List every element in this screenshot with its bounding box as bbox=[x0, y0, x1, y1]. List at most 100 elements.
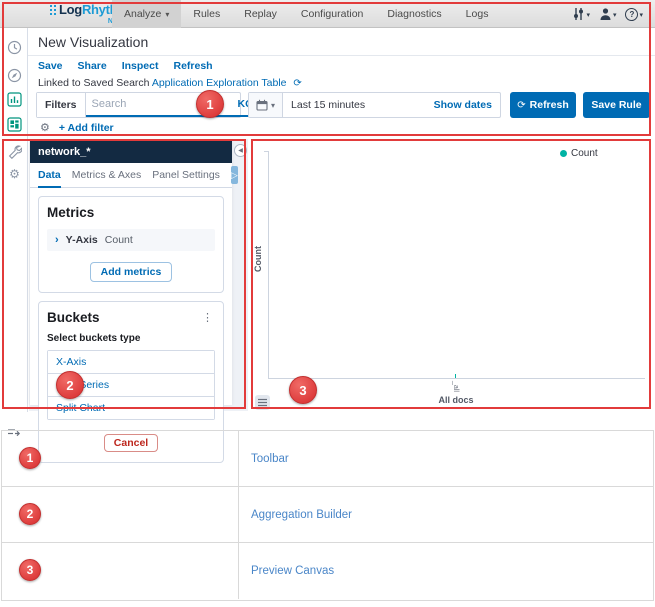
callout-badge-1: 1 bbox=[19, 447, 41, 469]
table-cell-number: 3 bbox=[2, 543, 239, 599]
nav-item-rules[interactable]: Rules bbox=[181, 0, 232, 28]
callout-badge-3: 3 bbox=[19, 559, 41, 581]
buckets-title: Buckets bbox=[47, 310, 100, 325]
table-cell-number: 1 bbox=[2, 431, 239, 486]
caret-down-icon: ▾ bbox=[586, 11, 590, 21]
refresh-button[interactable]: ⟳ Refresh bbox=[510, 92, 576, 118]
share-button[interactable]: Share bbox=[78, 60, 107, 72]
date-quick-select[interactable]: ▾ bbox=[249, 93, 283, 117]
inspect-button[interactable]: Inspect bbox=[122, 60, 159, 72]
visualization-actions: Save Share Inspect Refresh bbox=[38, 60, 213, 72]
nav-item-configuration[interactable]: Configuration bbox=[289, 0, 375, 28]
x-axis-tick-label: _all bbox=[452, 381, 459, 392]
tab-panel-settings[interactable]: Panel Settings bbox=[152, 163, 220, 188]
page-title: New Visualization bbox=[38, 34, 148, 50]
logrhythm-mark-icon bbox=[50, 5, 57, 15]
calendar-icon bbox=[256, 99, 268, 111]
discover-compass-icon[interactable] bbox=[7, 68, 22, 83]
table-link-aggregation-builder[interactable]: Aggregation Builder bbox=[251, 509, 352, 521]
add-metrics-button[interactable]: Add metrics bbox=[90, 262, 173, 282]
refresh-link-button[interactable]: Refresh bbox=[173, 60, 212, 72]
logo-text-log: Log bbox=[59, 2, 82, 17]
recent-clock-icon[interactable] bbox=[7, 40, 22, 55]
add-filter-row: ⚙ + Add filter bbox=[40, 121, 114, 134]
search-input-wrap: KQL bbox=[86, 93, 267, 117]
chart-legend[interactable]: Count bbox=[560, 148, 598, 159]
saved-search-link[interactable]: Application Exploration Table bbox=[152, 77, 287, 89]
callout-badge-2: 2 bbox=[19, 503, 41, 525]
aggregation-builder-panel: network_* Data Metrics & Axes Panel Sett… bbox=[30, 141, 232, 405]
user-menu[interactable]: ▾ bbox=[599, 7, 617, 21]
table-cell-label: Aggregation Builder bbox=[239, 487, 653, 542]
annotation-callout-1: 1 bbox=[196, 90, 224, 118]
time-range-value[interactable]: Last 15 minutes bbox=[283, 99, 434, 111]
filters-button[interactable]: Filters bbox=[37, 93, 86, 117]
save-button[interactable]: Save bbox=[38, 60, 63, 72]
y-axis-value: Count bbox=[105, 234, 133, 246]
linked-saved-search-text: Linked to Saved Search bbox=[38, 77, 150, 89]
x-axis-line bbox=[268, 378, 645, 379]
nav-item-analyze[interactable]: Analyze▾ bbox=[112, 0, 181, 28]
nav-menu: Analyze▾ Rules Replay Configuration Diag… bbox=[112, 0, 500, 28]
bucket-option-split-chart[interactable]: Split Chart bbox=[48, 397, 214, 419]
table-row: 1 Toolbar bbox=[2, 431, 653, 487]
tab-data[interactable]: Data bbox=[38, 163, 61, 188]
legend-series-dot-icon bbox=[560, 150, 567, 157]
tab-metrics-axes[interactable]: Metrics & Axes bbox=[72, 163, 141, 188]
table-row: 2 Aggregation Builder bbox=[2, 487, 653, 543]
legend-toggle-button[interactable] bbox=[255, 395, 270, 410]
play-icon: ▷ bbox=[231, 170, 238, 181]
x-axis-tick bbox=[455, 374, 456, 378]
add-filter-link[interactable]: + Add filter bbox=[59, 122, 114, 134]
save-rule-button[interactable]: Save Rule bbox=[583, 92, 650, 118]
filter-gear-icon[interactable]: ⚙ bbox=[40, 121, 50, 134]
top-nav-bar: LogRhythm™ NetMon Analyze▾ Rules Replay … bbox=[0, 0, 655, 28]
unlink-saved-search-icon[interactable]: ⟳ bbox=[293, 78, 301, 89]
collapse-editor-icon[interactable]: ◀ bbox=[234, 144, 247, 157]
dashboard-icon[interactable] bbox=[7, 117, 22, 132]
refresh-icon: ⟳ bbox=[517, 100, 525, 111]
sliders-icon bbox=[572, 7, 585, 21]
management-gear-icon[interactable]: ⚙ bbox=[7, 167, 22, 182]
screen: LogRhythm™ NetMon Analyze▾ Rules Replay … bbox=[0, 0, 655, 607]
callout-legend-table: 1 Toolbar 2 Aggregation Builder 3 Previe… bbox=[1, 430, 654, 601]
nav-item-logs[interactable]: Logs bbox=[454, 0, 501, 28]
table-link-toolbar[interactable]: Toolbar bbox=[251, 453, 289, 465]
help-menu[interactable]: ? ▾ bbox=[625, 8, 643, 21]
show-dates-link[interactable]: Show dates bbox=[434, 99, 500, 111]
preview-canvas bbox=[249, 139, 653, 411]
dev-tools-wrench-icon[interactable] bbox=[7, 144, 22, 159]
settings-sliders-menu[interactable]: ▾ bbox=[572, 7, 590, 21]
table-cell-label: Preview Canvas bbox=[239, 543, 653, 599]
editor-tabs: Data Metrics & Axes Panel Settings ▷ ✕ bbox=[30, 163, 232, 188]
y-axis-line bbox=[268, 151, 269, 378]
linked-saved-search: Linked to Saved Search Application Explo… bbox=[38, 77, 302, 89]
visualize-chart-icon[interactable] bbox=[7, 92, 22, 107]
caret-down-icon: ▾ bbox=[613, 11, 617, 21]
help-icon: ? bbox=[625, 8, 638, 21]
app-sidebar: ⚙ bbox=[0, 28, 28, 412]
table-link-preview-canvas[interactable]: Preview Canvas bbox=[251, 565, 334, 577]
y-axis-count-accordion[interactable]: › Y-Axis Count bbox=[47, 229, 215, 251]
table-row: 3 Preview Canvas bbox=[2, 543, 653, 599]
metrics-card: Metrics › Y-Axis Count Add metrics bbox=[38, 196, 224, 293]
caret-down-icon: ▾ bbox=[271, 101, 275, 110]
caret-down-icon: ▾ bbox=[639, 11, 643, 21]
date-picker: ▾ Last 15 minutes Show dates bbox=[248, 92, 501, 118]
table-cell-label: Toolbar bbox=[239, 431, 653, 486]
nav-item-replay[interactable]: Replay bbox=[232, 0, 289, 28]
index-pattern-header: network_* bbox=[30, 141, 232, 163]
metrics-title: Metrics bbox=[47, 205, 215, 220]
select-buckets-type-label: Select buckets type bbox=[47, 333, 215, 344]
y-axis-tick bbox=[264, 151, 268, 152]
y-axis-label: Y-Axis bbox=[66, 234, 98, 246]
chevron-right-icon: › bbox=[55, 234, 59, 246]
user-icon bbox=[599, 7, 612, 21]
apply-changes-button[interactable]: ▷ bbox=[231, 166, 238, 184]
nav-item-diagnostics[interactable]: Diagnostics bbox=[375, 0, 453, 28]
title-bar: New Visualization bbox=[28, 28, 655, 56]
annotation-callout-3: 3 bbox=[289, 376, 317, 404]
kebab-menu-icon[interactable]: ⋮ bbox=[200, 311, 215, 324]
annotation-callout-2: 2 bbox=[56, 371, 84, 399]
y-axis-title: Count bbox=[253, 244, 263, 274]
